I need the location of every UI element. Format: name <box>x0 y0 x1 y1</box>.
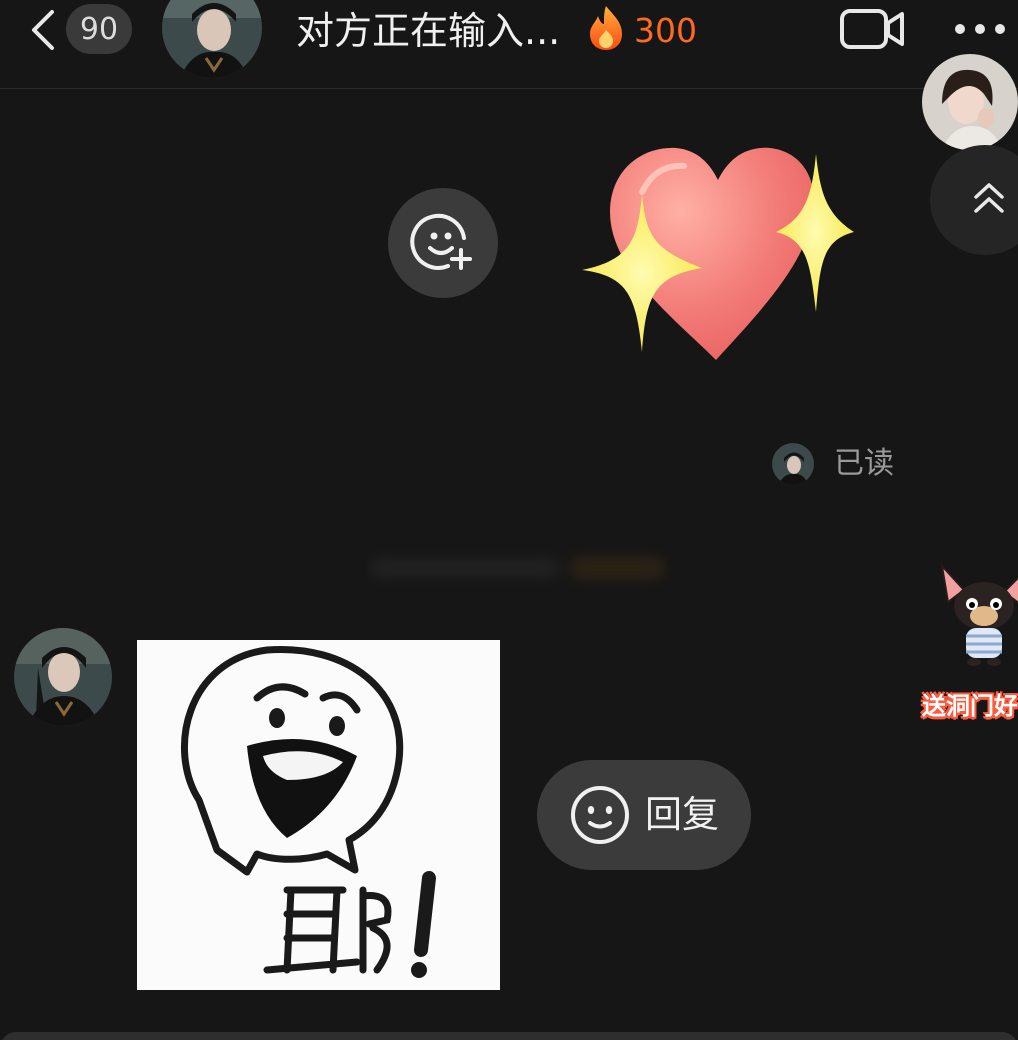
scroll-to-top-button[interactable] <box>930 145 1018 255</box>
faded-system-message <box>360 548 670 588</box>
streak-count: 300 <box>634 11 697 50</box>
reply-label: 回复 <box>645 793 719 836</box>
more-options-button[interactable] <box>950 14 1010 44</box>
input-bar[interactable] <box>0 1032 1018 1040</box>
read-status-label: 已读 <box>834 446 894 481</box>
my-avatar[interactable] <box>922 54 1018 150</box>
smiley-icon <box>571 786 629 844</box>
chevron-left-icon <box>32 10 54 50</box>
gift-dog-sticker[interactable] <box>930 560 1018 670</box>
video-call-button[interactable] <box>838 6 906 52</box>
double-chevron-up-icon <box>974 183 1004 213</box>
back-button[interactable] <box>24 8 64 52</box>
sender-avatar[interactable] <box>14 628 112 726</box>
chat-header: 90 对方正在输入... 300 <box>0 0 1018 89</box>
gift-label[interactable]: 送洞门好 <box>922 686 1018 721</box>
video-camera-icon <box>840 9 904 49</box>
chat-title-typing: 对方正在输入... <box>296 9 561 53</box>
unread-count-badge[interactable]: 90 <box>66 4 132 54</box>
heart-sparkle-sticker[interactable] <box>580 140 860 370</box>
flame-icon <box>586 4 626 52</box>
meme-image-message[interactable]: 耶! <box>137 640 500 990</box>
add-reaction-button[interactable] <box>388 188 498 298</box>
read-receipt-avatar <box>772 443 814 485</box>
chat-partner-avatar[interactable] <box>162 0 262 78</box>
reply-button[interactable]: 回复 <box>537 760 751 870</box>
more-dots-icon <box>955 24 1005 34</box>
smiley-plus-icon <box>410 213 472 270</box>
